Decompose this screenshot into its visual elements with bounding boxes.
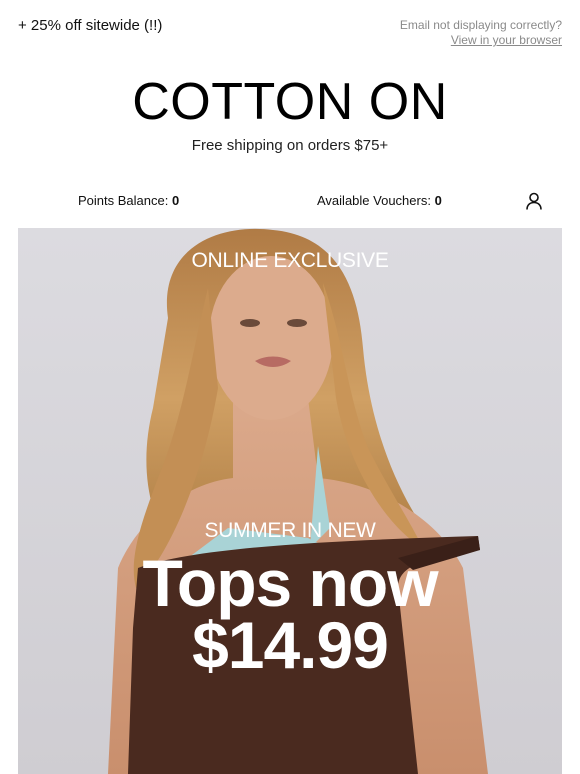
hero-subheading: SUMMER IN NEW: [204, 519, 376, 542]
brand-logo[interactable]: COTTON ON: [0, 72, 580, 132]
hero-photo: [18, 228, 562, 774]
points-label: Points Balance:: [78, 193, 169, 208]
hero-eyebrow: ONLINE EXCLUSIVE: [191, 249, 389, 272]
hero-price: $14.99: [192, 608, 389, 682]
account-bar: Points Balance: 0 Available Vouchers: 0: [0, 190, 580, 214]
view-in-browser-link[interactable]: View in your browser: [400, 33, 562, 48]
hero-banner[interactable]: ONLINE EXCLUSIVE SUMMER IN NEW Tops now …: [18, 228, 562, 774]
browser-note-text: Email not displaying correctly?: [399, 18, 562, 32]
hero-headline: Tops now: [142, 546, 438, 620]
available-vouchers: Available Vouchers: 0: [317, 193, 442, 208]
user-icon[interactable]: [524, 191, 544, 211]
vouchers-label: Available Vouchers:: [317, 193, 431, 208]
vouchers-value: 0: [434, 193, 442, 208]
points-value: 0: [171, 193, 180, 208]
shipping-banner: Free shipping on orders $75+: [191, 137, 389, 154]
points-balance: Points Balance: 0: [78, 193, 179, 208]
promo-text: + 25% off sitewide (!!): [18, 17, 163, 34]
email-preheader: + 25% off sitewide (!!) Email not displa…: [0, 0, 580, 60]
browser-note: Email not displaying correctly? View in …: [400, 18, 562, 48]
